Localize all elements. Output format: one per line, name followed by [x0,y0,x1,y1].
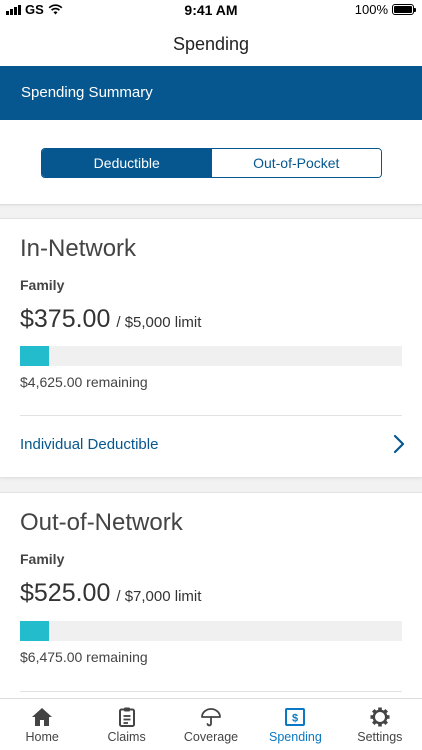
in-network-amount-line: $375.00 / $5,000 limit [20,305,201,334]
tab-claims-label: Claims [107,730,146,744]
in-network-progress-fill [20,346,49,366]
tab-coverage-label: Coverage [183,730,239,744]
in-network-limit: / $5,000 limit [116,314,202,331]
status-bar: GS 9:41 AM 100% [0,0,422,20]
tab-home[interactable]: Home [0,699,84,750]
battery-status: 100% [354,2,416,17]
individual-deductible-label: Individual Deductible [20,435,159,453]
battery-percent: 100% [354,2,388,17]
tab-claims[interactable]: Claims [84,699,168,750]
segment-card: Deductible Out-of-Pocket [0,120,422,205]
individual-deductible-link[interactable]: Individual Deductible [20,434,406,454]
out-of-network-remaining: $6,475.00 remaining [20,649,148,665]
segment-deductible[interactable]: Deductible [42,149,212,177]
in-network-card: In-Network Family $375.00 / $5,000 limit… [0,218,422,478]
out-of-network-subtitle: Family [20,551,65,567]
out-of-network-progress [20,621,402,641]
tab-settings[interactable]: Settings [338,699,422,750]
home-icon [32,708,53,726]
divider [20,415,402,416]
in-network-remaining: $4,625.00 remaining [20,374,148,390]
out-of-network-amount-line: $525.00 / $7,000 limit [20,579,201,608]
svg-text:$: $ [292,713,298,725]
out-of-network-title: Out-of-Network [20,509,183,536]
chevron-right-icon [393,434,405,454]
in-network-progress [20,346,402,366]
out-of-network-progress-fill [20,621,49,641]
tab-spending-label: Spending [269,730,322,744]
out-of-network-limit: / $7,000 limit [116,588,202,605]
in-network-subtitle: Family [20,277,65,293]
divider [20,691,402,692]
in-network-title: In-Network [20,235,137,262]
out-of-network-amount: $525.00 [20,579,111,607]
tab-coverage[interactable]: Coverage [169,699,253,750]
in-network-amount: $375.00 [20,305,111,333]
spending-summary-header: Spending Summary [0,66,422,120]
out-of-network-card: Out-of-Network Family $525.00 / $7,000 l… [0,492,422,712]
battery-icon [392,4,416,15]
tab-bar: Home Claims Coverage $ Spending Settings [0,698,422,750]
umbrella-icon [201,708,221,727]
tab-spending[interactable]: $ Spending [253,699,337,750]
page-title: Spending [0,20,422,66]
clipboard-icon [118,707,135,727]
gear-icon [370,707,390,727]
deductible-toggle: Deductible Out-of-Pocket [41,148,382,178]
dollar-icon: $ [285,708,306,726]
tab-settings-label: Settings [357,730,403,744]
segment-out-of-pocket[interactable]: Out-of-Pocket [211,149,381,177]
tab-home-label: Home [25,730,59,744]
